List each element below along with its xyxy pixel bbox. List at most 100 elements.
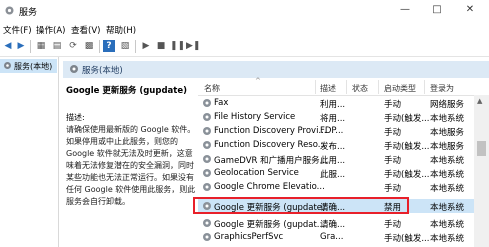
service-startup-type: 手动(触发...	[384, 234, 430, 244]
service-startup-type: 手动	[384, 220, 402, 230]
title-bar	[0, 0, 489, 22]
service-logon: 本地系统	[430, 170, 465, 180]
toolbar-separator	[135, 40, 136, 53]
services-gear-icon	[4, 62, 11, 69]
service-startup-type: 手动(触发...	[384, 170, 430, 180]
column-header-description[interactable]: 描述	[320, 83, 336, 94]
menu-help[interactable]: 帮助(H)	[106, 24, 136, 36]
minimize-button[interactable]: —	[398, 3, 412, 17]
service-gear-icon	[203, 183, 211, 191]
extended-view-icon[interactable]: ▧	[119, 40, 131, 52]
service-name: GameDVR 和广播用户服务...	[214, 156, 328, 166]
service-logon: 本地服务	[430, 128, 465, 138]
column-divider[interactable]	[424, 80, 425, 94]
column-header-logon-as[interactable]: 登录为	[430, 83, 454, 94]
menu-file[interactable]: 文件(F)	[3, 24, 32, 36]
column-divider[interactable]	[378, 80, 379, 94]
service-row[interactable]: Fax 利用... 手动 网络服务	[198, 96, 474, 110]
service-row[interactable]: GameDVR 和广播用户服务... 此用... 手动 本地系统	[198, 152, 474, 166]
services-gear-icon	[70, 65, 78, 73]
service-logon: 本地系统	[430, 184, 465, 194]
service-gear-icon	[203, 169, 211, 177]
maximize-button[interactable]: □	[430, 3, 444, 17]
toolbar-separator	[30, 40, 31, 53]
toolbar-separator	[99, 40, 100, 53]
pause-service-icon[interactable]: ❚❚	[170, 40, 185, 52]
column-header-status[interactable]: 状态	[352, 83, 368, 94]
highlight-box	[193, 197, 409, 214]
service-startup-type: 手动	[384, 128, 402, 138]
service-row[interactable]: Geolocation Service 此服... 手动(触发... 本地系统	[198, 166, 474, 180]
service-description: 利用...	[320, 100, 346, 110]
description-line: 任何 Google 软件使用此服务，则此	[66, 185, 196, 194]
menu-action[interactable]: 操作(A)	[36, 24, 65, 36]
service-row[interactable]: File History Service 将用... 手动(触发... 本地系统	[198, 110, 474, 124]
export-list-icon[interactable]: ▩	[83, 40, 95, 52]
refresh-icon[interactable]: ⟳	[67, 40, 79, 52]
tree-item-label: 服务(本地)	[14, 62, 53, 71]
pane-header-label: 服务(本地)	[82, 66, 123, 76]
service-startup-type: 手动	[384, 156, 402, 166]
properties-icon[interactable]: ▤	[51, 40, 63, 52]
forward-icon[interactable]: ▶	[15, 40, 27, 52]
show-tree-icon[interactable]: ▦	[35, 40, 47, 52]
column-header-startup-type[interactable]: 启动类型	[384, 83, 416, 94]
service-description: Gra...	[320, 232, 344, 242]
service-gear-icon	[203, 127, 211, 135]
column-header-name[interactable]: 名称	[204, 83, 220, 94]
service-gear-icon	[203, 141, 211, 149]
service-logon: 本地系统	[430, 220, 465, 230]
column-divider[interactable]	[346, 80, 347, 94]
service-description: 请确...	[320, 220, 346, 230]
service-name: Function Discovery Provi...	[214, 126, 327, 136]
service-row[interactable]: Function Discovery Reso... 发布... 手动(触发..…	[198, 138, 474, 152]
description-line: 味着无法修复潜在的安全漏洞，同时	[66, 161, 194, 170]
scrollbar-thumb[interactable]	[477, 141, 486, 156]
service-name: GraphicsPerfSvc	[214, 232, 284, 242]
service-row[interactable]: GraphicsPerfSvc Gra... 手动(触发... 本地系统	[198, 230, 474, 244]
back-icon[interactable]: ◀	[2, 40, 14, 52]
column-divider[interactable]	[315, 80, 316, 94]
console-tree	[0, 57, 59, 247]
service-name: Google Chrome Elevatio...	[214, 182, 325, 192]
vertical-scrollbar[interactable]	[474, 95, 489, 247]
service-gear-icon	[203, 155, 211, 163]
scroll-up-icon[interactable]: ▲	[477, 97, 482, 105]
services-gear-icon	[5, 6, 14, 15]
service-startup-type: 手动	[384, 184, 402, 194]
service-gear-icon	[203, 99, 211, 107]
service-gear-icon	[203, 233, 211, 241]
description-line: 如果停用或中止此服务，则您的	[66, 137, 178, 146]
service-row[interactable]: Google 更新服务 (gupdat... 请确... 手动 本地系统	[198, 216, 474, 230]
service-startup-type: 手动(触发...	[384, 114, 430, 124]
description-label: 描述:	[66, 113, 85, 122]
service-row[interactable]: Google Chrome Elevatio... 手动 本地系统	[198, 180, 474, 194]
service-logon: 本地服务	[430, 142, 465, 152]
description-line: 请确保使用最新版的 Google 软件。	[66, 125, 196, 134]
menu-view[interactable]: 查看(V)	[71, 24, 100, 36]
service-gear-icon	[203, 113, 211, 121]
description-line: Google 软件就无法及时更新，这意	[66, 149, 193, 158]
service-description: 发布...	[320, 142, 346, 152]
service-description: 此服...	[320, 170, 346, 180]
service-logon: 本地系统	[430, 114, 465, 124]
start-service-icon[interactable]: ▶	[140, 40, 152, 52]
service-startup-type: 手动	[384, 100, 402, 110]
service-name: Google 更新服务 (gupdat...	[214, 220, 325, 230]
window-title: 服务	[19, 8, 38, 18]
service-logon: 本地系统	[430, 156, 465, 166]
help-icon[interactable]: ?	[103, 40, 115, 52]
service-logon: 网络服务	[430, 100, 465, 110]
service-row[interactable]: Function Discovery Provi... FDP... 手动 本地…	[198, 124, 474, 138]
service-startup-type: 手动(触发...	[384, 142, 430, 152]
description-title: Google 更新服务 (gupdate)	[66, 86, 187, 96]
service-logon: 本地系统	[430, 203, 465, 213]
close-button[interactable]: ✕	[463, 3, 477, 17]
service-name: Fax	[214, 98, 229, 108]
stop-service-icon[interactable]: ■	[155, 40, 167, 52]
pane-header	[63, 61, 489, 78]
restart-service-icon[interactable]: ▶❚	[186, 40, 200, 52]
service-name: Function Discovery Reso...	[214, 140, 326, 150]
service-description: FDP...	[320, 126, 344, 136]
sort-ascending-icon: ^	[255, 77, 261, 85]
